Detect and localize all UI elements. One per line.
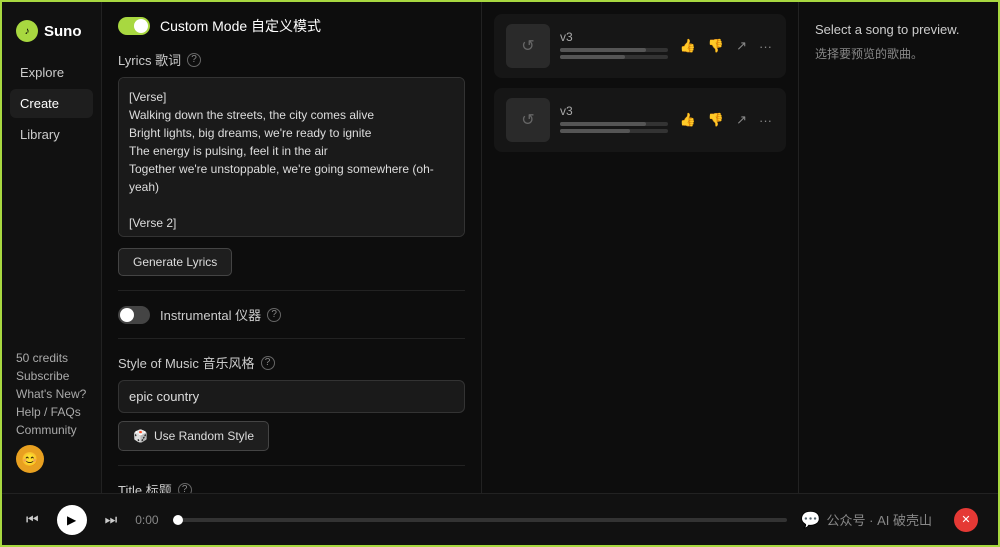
panel-title: Custom Mode 自定义模式 [160, 16, 321, 36]
song-version-2: v3 [560, 104, 668, 118]
song-bar-1 [560, 48, 668, 52]
preview-title: Select a song to preview. [815, 22, 982, 37]
share-button-1[interactable]: ↗ [734, 36, 749, 56]
song-version-1: v3 [560, 30, 668, 44]
song-bar-fill-2 [560, 55, 625, 59]
prev-button[interactable]: ⏮ [22, 507, 43, 532]
like-button-2[interactable]: 👍 [678, 110, 698, 130]
app-name: Suno [44, 23, 82, 40]
song-card-1: ↺ v3 👍 👎 ↗ ··· [494, 14, 786, 78]
song-card-2: ↺ v3 👍 👎 ↗ ··· [494, 88, 786, 152]
credits-label: 50 credits [16, 351, 87, 365]
lyrics-help-icon[interactable]: ? [187, 53, 201, 67]
next-button[interactable]: ⏭ [101, 507, 122, 532]
sidebar-item-explore[interactable]: Explore [10, 58, 93, 87]
divider-2 [118, 338, 465, 339]
song-bar-2 [560, 55, 668, 59]
style-input[interactable] [118, 380, 465, 413]
player-progress[interactable] [173, 518, 787, 522]
style-help-icon[interactable]: ? [261, 356, 275, 370]
panel-header: Custom Mode 自定义模式 [118, 16, 465, 36]
preview-panel: Select a song to preview. 选择要预览的歌曲。 [798, 2, 998, 493]
song-bar-fill-3 [560, 122, 646, 126]
use-random-style-button[interactable]: 🎲 Use Random Style [118, 421, 269, 451]
title-help-icon[interactable]: ? [178, 483, 192, 494]
sidebar-item-library[interactable]: Library [10, 120, 93, 149]
watermark-text: 公众号 · AI 破壳山 [827, 510, 932, 529]
song-thumb-1: ↺ [506, 24, 550, 68]
lyrics-label: Lyrics 歌词 ? [118, 50, 465, 69]
instrumental-label: Instrumental 仪器 ? [160, 305, 281, 324]
sidebar-nav: Explore Create Library [2, 58, 101, 149]
song-actions-2: 👍 👎 ↗ ··· [678, 110, 774, 130]
instrumental-toggle[interactable] [118, 306, 150, 324]
close-button[interactable]: ✕ [954, 508, 978, 532]
instrumental-help-icon[interactable]: ? [267, 308, 281, 322]
whats-new-link[interactable]: What's New? [16, 387, 87, 401]
play-icon-1: ↺ [521, 36, 534, 56]
song-bar-4 [560, 129, 668, 133]
song-bar-fill-4 [560, 129, 630, 133]
subscribe-link[interactable]: Subscribe [16, 369, 87, 383]
sidebar-footer: 50 credits Subscribe What's New? Help / … [2, 343, 101, 481]
song-info-1: v3 [560, 30, 668, 62]
help-link[interactable]: Help / FAQs [16, 405, 87, 419]
song-thumb-2: ↺ [506, 98, 550, 142]
dice-icon: 🎲 [133, 429, 148, 443]
share-button-2[interactable]: ↗ [734, 110, 749, 130]
generate-lyrics-button[interactable]: Generate Lyrics [118, 248, 232, 276]
wechat-icon: 💬 [801, 510, 821, 530]
instrumental-row: Instrumental 仪器 ? [118, 305, 465, 324]
style-label: Style of Music 音乐风格 ? [118, 353, 465, 372]
avatar[interactable]: 😊 [16, 445, 44, 473]
song-bar-3 [560, 122, 668, 126]
divider-3 [118, 465, 465, 466]
sidebar-item-create[interactable]: Create [10, 89, 93, 118]
like-button-1[interactable]: 👍 [678, 36, 698, 56]
play-icon-2: ↺ [521, 110, 534, 130]
more-button-2[interactable]: ··· [757, 111, 774, 130]
bottom-player: ⏮ ▶ ⏭ 0:00 💬 公众号 · AI 破壳山 ✕ [2, 493, 998, 545]
lyrics-textarea[interactable]: [Verse] Walking down the streets, the ci… [118, 77, 465, 237]
dislike-button-1[interactable]: 👎 [706, 36, 726, 56]
preview-subtitle: 选择要预览的歌曲。 [815, 45, 982, 62]
player-time: 0:00 [135, 513, 158, 527]
play-button[interactable]: ▶ [57, 505, 87, 535]
song-list-panel: ↺ v3 👍 👎 ↗ ··· ↺ [482, 2, 798, 493]
community-link[interactable]: Community [16, 423, 87, 437]
logo: ♪ Suno [2, 14, 101, 58]
sidebar: ♪ Suno Explore Create Library 50 credits… [2, 2, 102, 493]
song-actions-1: 👍 👎 ↗ ··· [678, 36, 774, 56]
custom-mode-toggle[interactable] [118, 17, 150, 35]
watermark: 💬 公众号 · AI 破壳山 [801, 510, 932, 530]
dislike-button-2[interactable]: 👎 [706, 110, 726, 130]
song-info-2: v3 [560, 104, 668, 136]
song-bar-fill-1 [560, 48, 646, 52]
logo-icon: ♪ [16, 20, 38, 42]
divider-1 [118, 290, 465, 291]
center-panel: Custom Mode 自定义模式 Lyrics 歌词 ? [Verse] Wa… [102, 2, 482, 493]
more-button-1[interactable]: ··· [757, 37, 774, 56]
player-dot [173, 515, 183, 525]
title-label: Title 标题 ? [118, 480, 465, 493]
